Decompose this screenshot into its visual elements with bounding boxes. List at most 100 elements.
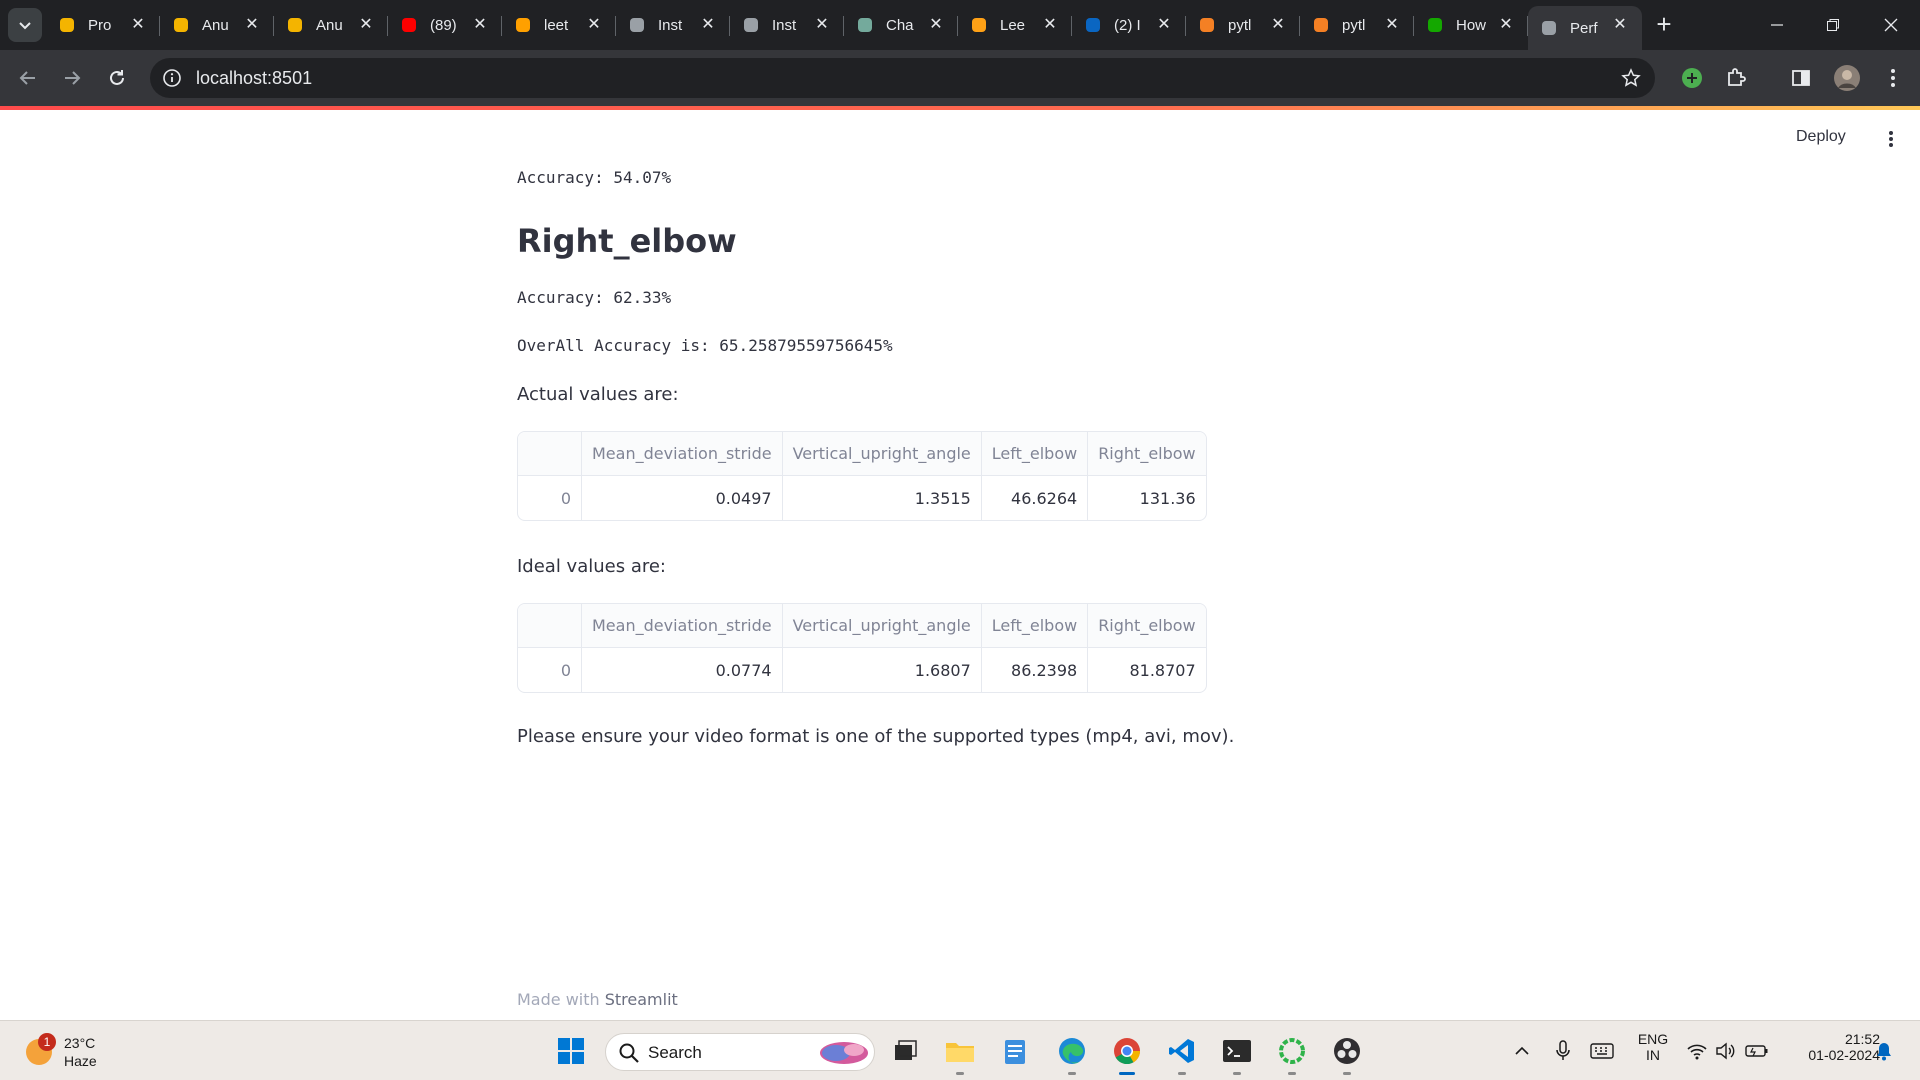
browser-tab[interactable]: Anu ✕ <box>160 6 274 44</box>
app-menu-button[interactable] <box>1880 126 1902 152</box>
left-elbow-accuracy-text: Accuracy: 54.07% <box>517 168 672 187</box>
forward-button[interactable] <box>54 60 90 96</box>
ideal-values-table[interactable]: Mean_deviation_stride Vertical_upright_a… <box>517 603 1207 693</box>
task-view-icon <box>895 1040 917 1060</box>
streamlit-link[interactable]: Streamlit <box>605 990 678 1009</box>
browser-tab[interactable]: Inst ✕ <box>730 6 844 44</box>
app-ring-button[interactable] <box>1272 1031 1312 1075</box>
column-header[interactable]: Vertical_upright_angle <box>782 604 982 648</box>
microphone-button[interactable] <box>1543 1031 1583 1071</box>
column-header[interactable]: Mean_deviation_stride <box>582 432 783 476</box>
tab-search-button[interactable] <box>8 8 42 42</box>
close-tab-icon[interactable]: ✕ <box>1498 17 1514 33</box>
tab-title: Anu <box>316 16 343 34</box>
bookmark-star-icon[interactable] <box>1619 66 1643 90</box>
table-header-row: Mean_deviation_stride Vertical_upright_a… <box>518 432 1206 476</box>
new-tab-button[interactable]: + <box>1650 11 1678 39</box>
minimize-button[interactable] <box>1762 10 1792 40</box>
table-cell[interactable]: 0.0774 <box>582 648 783 692</box>
close-tab-icon[interactable]: ✕ <box>244 17 260 33</box>
close-tab-icon[interactable]: ✕ <box>1612 17 1628 33</box>
browser-tab[interactable]: Anu ✕ <box>274 6 388 44</box>
actual-values-table[interactable]: Mean_deviation_stride Vertical_upright_a… <box>517 431 1207 521</box>
close-tab-icon[interactable]: ✕ <box>928 17 944 33</box>
browser-tab[interactable]: Pro ✕ <box>46 6 160 44</box>
table-cell[interactable]: 0.0497 <box>582 476 783 520</box>
show-hidden-icons-button[interactable] <box>1502 1031 1542 1071</box>
table-cell[interactable]: 1.3515 <box>783 476 982 520</box>
table-cell[interactable]: 46.6264 <box>982 476 1089 520</box>
chevron-down-icon <box>19 22 31 30</box>
deploy-button[interactable]: Deploy <box>1796 128 1846 146</box>
weather-widget[interactable]: 1 23°C Haze <box>22 1031 142 1073</box>
table-cell[interactable]: 1.6807 <box>783 648 982 692</box>
terminal-button[interactable] <box>1217 1031 1257 1075</box>
vscode-button[interactable] <box>1162 1031 1202 1075</box>
close-tab-icon[interactable]: ✕ <box>472 17 488 33</box>
column-header[interactable]: Right_elbow <box>1088 604 1206 648</box>
close-tab-icon[interactable]: ✕ <box>358 17 374 33</box>
task-view-button[interactable] <box>885 1031 925 1071</box>
chrome-button[interactable] <box>1107 1031 1147 1075</box>
address-bar[interactable]: localhost:8501 <box>150 58 1655 98</box>
index-column-header[interactable] <box>518 432 582 476</box>
browser-tab[interactable]: Lee ✕ <box>958 6 1072 44</box>
close-tab-icon[interactable]: ✕ <box>1270 17 1286 33</box>
column-header[interactable]: Vertical_upright_angle <box>782 432 982 476</box>
browser-tab[interactable]: (89) ✕ <box>388 6 502 44</box>
browser-menu-button[interactable] <box>1875 60 1911 96</box>
table-cell[interactable]: 131.36 <box>1088 476 1205 520</box>
browser-tab[interactable]: pytl ✕ <box>1186 6 1300 44</box>
obs-button[interactable] <box>1327 1031 1367 1075</box>
start-button[interactable] <box>551 1031 591 1071</box>
profile-avatar-button[interactable] <box>1829 60 1865 96</box>
browser-tab[interactable]: Cha ✕ <box>844 6 958 44</box>
site-info-icon[interactable] <box>160 66 184 90</box>
side-panel-button[interactable] <box>1783 60 1819 96</box>
index-column-header[interactable] <box>518 604 582 648</box>
file-explorer-button[interactable] <box>940 1031 980 1075</box>
edge-button[interactable] <box>1052 1031 1092 1075</box>
taskbar-search[interactable]: Search <box>605 1033 875 1071</box>
row-index-cell[interactable]: 0 <box>518 648 582 692</box>
browser-tab[interactable]: Inst ✕ <box>616 6 730 44</box>
table-cell[interactable]: 86.2398 <box>982 648 1089 692</box>
browser-tab[interactable]: Perf ✕ <box>1528 6 1642 50</box>
notepad-icon <box>1005 1040 1025 1064</box>
row-index-cell[interactable]: 0 <box>518 476 582 520</box>
close-tab-icon[interactable]: ✕ <box>814 17 830 33</box>
close-tab-icon[interactable]: ✕ <box>1156 17 1172 33</box>
close-tab-icon[interactable]: ✕ <box>586 17 602 33</box>
table-cell[interactable]: 81.8707 <box>1088 648 1205 692</box>
chrome-icon <box>1114 1038 1141 1065</box>
back-button[interactable] <box>10 60 46 96</box>
reload-button[interactable] <box>99 60 135 96</box>
restore-icon <box>1827 19 1839 31</box>
keyboard-button[interactable] <box>1582 1031 1622 1071</box>
chevron-up-icon <box>1515 1046 1529 1055</box>
more-vertical-icon <box>1889 131 1893 147</box>
extensions-button[interactable] <box>1718 60 1754 96</box>
browser-tab[interactable]: (2) I ✕ <box>1072 6 1186 44</box>
column-header[interactable]: Left_elbow <box>981 432 1089 476</box>
notifications-button[interactable] <box>1864 1031 1904 1071</box>
browser-tab[interactable]: pytl ✕ <box>1300 6 1414 44</box>
battery-icon <box>1745 1045 1768 1057</box>
close-tab-icon[interactable]: ✕ <box>130 17 146 33</box>
browser-tab[interactable]: How ✕ <box>1414 6 1528 44</box>
extension-green-button[interactable] <box>1674 60 1710 96</box>
notepad-button[interactable] <box>995 1031 1035 1071</box>
language-indicator[interactable]: ENG IN <box>1628 1031 1678 1063</box>
restore-button[interactable] <box>1818 10 1848 40</box>
close-tab-icon[interactable]: ✕ <box>700 17 716 33</box>
browser-tab[interactable]: leet ✕ <box>502 6 616 44</box>
column-header[interactable]: Right_elbow <box>1088 432 1206 476</box>
close-tab-icon[interactable]: ✕ <box>1042 17 1058 33</box>
region-code: IN <box>1646 1047 1660 1063</box>
close-tab-icon[interactable]: ✕ <box>1384 17 1400 33</box>
column-header[interactable]: Left_elbow <box>981 604 1089 648</box>
chatgpt-icon <box>856 16 874 34</box>
close-window-button[interactable] <box>1876 10 1906 40</box>
column-header[interactable]: Mean_deviation_stride <box>582 604 783 648</box>
battery-button[interactable] <box>1737 1031 1777 1071</box>
